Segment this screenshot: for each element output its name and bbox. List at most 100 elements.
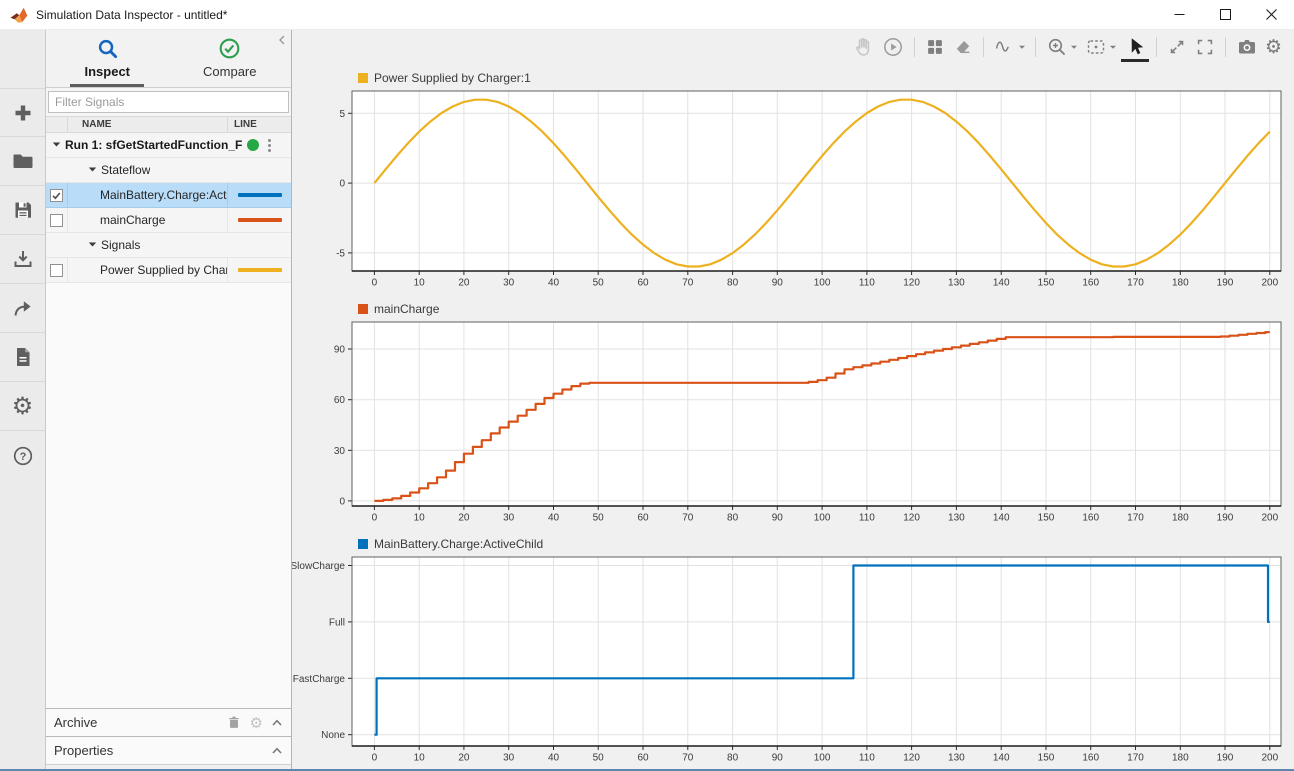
- group-row-signals[interactable]: Signals: [46, 233, 291, 258]
- share-arrow-icon: [11, 296, 35, 320]
- caret-down-icon[interactable]: [88, 238, 97, 252]
- pan-button[interactable]: [849, 34, 877, 60]
- replay-button[interactable]: [879, 34, 907, 60]
- svg-text:180: 180: [1172, 513, 1189, 524]
- chevron-up-icon[interactable]: [271, 718, 283, 727]
- signal-row-mainbattery-charge-activechild[interactable]: MainBattery.Charge:ActiveChild: [46, 183, 291, 208]
- run-options-kebab-icon[interactable]: [264, 137, 275, 154]
- dropdown-caret-icon: [1109, 43, 1117, 51]
- signal-checkbox[interactable]: [50, 264, 63, 277]
- hand-icon: [851, 35, 875, 59]
- svg-text:110: 110: [859, 513, 875, 524]
- left-toolbar: ⚙ ?: [0, 30, 46, 769]
- properties-pane-header[interactable]: Properties: [46, 736, 291, 764]
- run-status-dot: [247, 139, 259, 151]
- run-row[interactable]: Run 1: sfGetStartedFunction_F: [46, 133, 291, 158]
- signal-row-power-supplied-by-charger[interactable]: Power Supplied by Charger:1: [46, 258, 291, 283]
- chart-power-supplied[interactable]: 0102030405060708090100110120130140150160…: [292, 88, 1293, 291]
- import-button[interactable]: [0, 235, 45, 284]
- column-line: LINE: [227, 117, 291, 132]
- add-button[interactable]: [0, 88, 45, 137]
- svg-text:170: 170: [1127, 513, 1144, 524]
- help-button[interactable]: ?: [0, 431, 45, 480]
- legend-swatch: [358, 73, 368, 83]
- svg-text:5: 5: [339, 109, 345, 120]
- chart-activechild[interactable]: 0102030405060708090100110120130140150160…: [292, 554, 1293, 766]
- svg-text:80: 80: [727, 753, 739, 764]
- group-row-stateflow[interactable]: Stateflow: [46, 158, 291, 183]
- svg-text:140: 140: [993, 513, 1010, 524]
- svg-text:90: 90: [772, 513, 784, 524]
- report-button[interactable]: [0, 333, 45, 382]
- svg-text:0: 0: [339, 179, 345, 190]
- signal-row-maincharge[interactable]: mainCharge: [46, 208, 291, 233]
- chart-legend-maincharge: mainCharge: [358, 301, 1294, 316]
- select-cursor-button[interactable]: [1121, 36, 1149, 62]
- svg-text:SlowCharge: SlowCharge: [292, 561, 345, 572]
- zoom-in-button[interactable]: [1043, 34, 1080, 60]
- svg-text:120: 120: [903, 753, 920, 764]
- svg-text:90: 90: [334, 345, 346, 356]
- signal-options-button[interactable]: [991, 34, 1028, 60]
- filter-signals-input[interactable]: [48, 91, 289, 113]
- grid-layout-icon: [924, 36, 946, 58]
- svg-text:100: 100: [814, 278, 831, 289]
- plus-icon: [11, 101, 35, 125]
- plot-settings-button[interactable]: ⚙: [1263, 34, 1284, 60]
- layout-button[interactable]: [922, 34, 948, 60]
- legend-label: Power Supplied by Charger:1: [374, 71, 531, 85]
- svg-text:90: 90: [772, 753, 784, 764]
- svg-text:160: 160: [1082, 513, 1099, 524]
- svg-text:20: 20: [458, 753, 470, 764]
- svg-text:130: 130: [948, 753, 965, 764]
- archive-pane-header[interactable]: Archive ⚙: [46, 708, 291, 736]
- trash-icon[interactable]: [226, 714, 242, 731]
- collapse-panel-chevron-icon[interactable]: [277, 34, 287, 49]
- svg-text:Full: Full: [329, 617, 345, 628]
- save-button[interactable]: [0, 186, 45, 235]
- svg-text:180: 180: [1172, 278, 1189, 289]
- chart-maincharge[interactable]: 0102030405060708090100110120130140150160…: [292, 319, 1293, 526]
- svg-text:150: 150: [1038, 278, 1055, 289]
- signal-checkbox-checked[interactable]: [50, 189, 63, 202]
- open-button[interactable]: [0, 137, 45, 186]
- svg-text:40: 40: [548, 278, 560, 289]
- tab-compare[interactable]: Compare: [169, 30, 292, 87]
- svg-text:-5: -5: [336, 248, 345, 259]
- tab-inspect[interactable]: Inspect: [46, 30, 169, 87]
- sidebar-tabs: Inspect Compare: [46, 30, 291, 88]
- gear-icon: ⚙: [12, 395, 34, 417]
- caret-down-icon[interactable]: [88, 163, 97, 177]
- signal-checkbox[interactable]: [50, 214, 63, 227]
- chevron-up-icon[interactable]: [271, 746, 283, 755]
- svg-text:None: None: [321, 730, 345, 741]
- zoom-region-button[interactable]: [1082, 34, 1119, 60]
- close-button[interactable]: [1248, 0, 1294, 29]
- export-button[interactable]: [0, 284, 45, 333]
- caret-down-icon[interactable]: [52, 138, 61, 152]
- archive-gear-icon[interactable]: ⚙: [250, 712, 263, 734]
- tab-inspect-label: Inspect: [84, 64, 130, 79]
- signal-wave-icon: [993, 35, 1017, 59]
- expand-arrows-icon: [1166, 36, 1188, 58]
- svg-text:140: 140: [993, 753, 1010, 764]
- maximize-button[interactable]: [1202, 0, 1248, 29]
- plot-toolbar: ⚙: [292, 30, 1294, 64]
- clear-plots-button[interactable]: [950, 34, 976, 60]
- group-label: Stateflow: [101, 163, 150, 177]
- fullscreen-button[interactable]: [1192, 34, 1218, 60]
- fit-to-view-button[interactable]: [1164, 34, 1190, 60]
- fullscreen-brackets-icon: [1194, 36, 1216, 58]
- legend-label: mainCharge: [374, 302, 439, 316]
- preferences-button[interactable]: ⚙: [0, 382, 45, 431]
- svg-text:20: 20: [458, 513, 470, 524]
- column-name: NAME: [68, 119, 227, 130]
- signal-list: Run 1: sfGetStartedFunction_F Stateflow: [46, 133, 291, 708]
- snapshot-button[interactable]: [1233, 34, 1261, 60]
- signal-label: MainBattery.Charge:ActiveChild: [100, 188, 227, 202]
- svg-text:100: 100: [814, 753, 831, 764]
- svg-text:70: 70: [682, 753, 694, 764]
- minimize-button[interactable]: [1156, 0, 1202, 29]
- legend-swatch: [358, 304, 368, 314]
- svg-text:120: 120: [903, 513, 920, 524]
